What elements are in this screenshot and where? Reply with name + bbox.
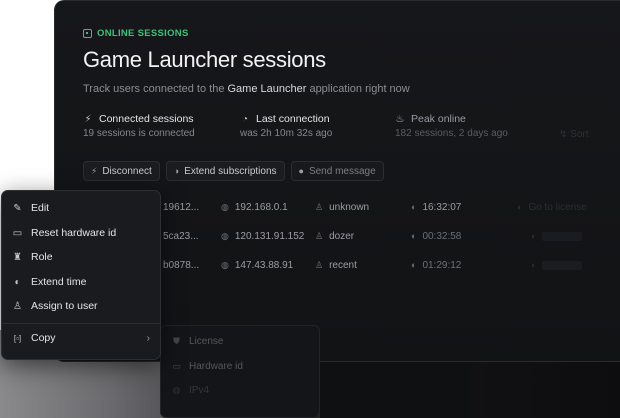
menu-item-label: Reset hardware id — [31, 227, 117, 239]
chevron-right-icon: › — [146, 332, 150, 344]
menu-item-label: Role — [31, 251, 53, 263]
submenu-item-label: License — [189, 335, 224, 347]
row-action-placeholder — [542, 260, 583, 270]
row-ip: 192.168.0.1 — [234, 201, 288, 213]
submenu-item-license[interactable]: ⛊ License — [161, 330, 319, 352]
extend-subscriptions-label: Extend subscriptions — [184, 165, 277, 177]
menu-item-extend-time[interactable]: ◐ Extend time — [2, 271, 160, 293]
pencil-icon: ✎ — [13, 202, 22, 214]
stat-label: Peak online — [411, 113, 466, 125]
stat-label: Connected sessions — [99, 113, 194, 125]
row-ip: 147.43.88.91 — [234, 259, 294, 271]
row-time: 01:29:12 — [422, 259, 462, 271]
online-sessions-eyebrow: ONLINE SESSIONS — [83, 28, 189, 39]
row-action-icon: ◐ — [531, 231, 537, 241]
stat-fragment: ↯ Sort — [559, 129, 589, 140]
copy-submenu: ⛊ License ▭ Hardware id ◍ IPv4 — [160, 325, 320, 418]
globe-icon: ◍ — [221, 259, 229, 270]
row-user: unknown — [329, 201, 370, 213]
stat-peak-online: ♨ Peak online 182 sessions, 2 days ago — [395, 113, 508, 139]
stat-value: was 2h 10m 32s ago — [240, 128, 333, 139]
subtitle-app-name: Game Launcher — [227, 83, 307, 95]
lightning-icon: ⚡ — [84, 113, 92, 125]
send-message-button[interactable]: ● Send message — [290, 161, 384, 181]
subtitle-prefix: Track users connected to the — [83, 83, 228, 95]
stat-fragment-label: Sort — [570, 129, 589, 140]
user-icon: ♙ — [315, 259, 324, 270]
row-action[interactable]: Go to license — [528, 202, 586, 213]
background-shadow — [320, 362, 470, 418]
menu-item-label: Assign to user — [31, 300, 98, 312]
subtitle-suffix: application right now — [306, 83, 410, 95]
clock-icon: ◐ — [411, 231, 417, 241]
action-bar: ⚡ Disconnect ◑ Extend subscriptions ● Se… — [83, 161, 384, 181]
menu-item-label: Copy — [31, 332, 56, 344]
refresh-icon: ◑ — [173, 166, 180, 176]
clock-icon: ◐ — [411, 202, 417, 212]
submenu-item-label: Hardware id — [189, 360, 243, 372]
role-icon: ♜ — [13, 251, 22, 263]
stat-label: Last connection — [256, 113, 330, 125]
submenu-item-ipv4[interactable]: ◍ IPv4 — [161, 379, 319, 401]
menu-item-label: Edit — [31, 202, 50, 214]
row-id: 19612... — [163, 201, 200, 213]
menu-item-role[interactable]: ♜ Role — [2, 246, 160, 268]
stat-value: 182 sessions, 2 days ago — [395, 128, 508, 139]
flame-icon: ♨ — [395, 113, 405, 125]
user-icon: ♙ — [13, 300, 22, 312]
monitor-icon: ▭ — [12, 227, 23, 239]
menu-item-edit[interactable]: ✎ Edit — [2, 197, 160, 219]
stat-value: 19 sessions is connected — [83, 128, 195, 139]
send-message-label: Send message — [308, 165, 376, 177]
page-title: Game Launcher sessions — [83, 47, 326, 72]
disconnect-button[interactable]: ⚡ Disconnect — [83, 161, 160, 181]
half-circle-icon: ◐ — [14, 276, 21, 288]
disconnect-label: Disconnect — [102, 165, 152, 177]
row-id: 5ca23... — [163, 230, 199, 242]
license-icon: ◐ — [517, 202, 523, 212]
row-user: dozer — [329, 230, 355, 242]
menu-divider — [2, 323, 160, 324]
page-subtitle: Track users connected to the Game Launch… — [83, 83, 410, 95]
globe-icon: ◍ — [221, 201, 229, 212]
row-time: 00:32:58 — [422, 230, 462, 242]
menu-item-copy[interactable]: [▫] Copy › — [2, 327, 160, 349]
stat-connected-sessions: ⚡ Connected sessions 19 sessions is conne… — [83, 113, 195, 139]
stat-last-connection: ◔ Last connection was 2h 10m 32s ago — [240, 113, 332, 139]
brackets-icon: [▫] — [13, 333, 22, 343]
menu-item-reset-hardware-id[interactable]: ▭ Reset hardware id — [2, 222, 160, 244]
menu-item-assign-to-user[interactable]: ♙ Assign to user — [2, 295, 160, 317]
live-icon — [83, 29, 92, 38]
row-action-icon: ◐ — [531, 260, 537, 270]
row-id: b0878... — [163, 259, 200, 271]
submenu-item-hardware-id[interactable]: ▭ Hardware id — [161, 355, 319, 377]
user-icon: ♙ — [315, 230, 324, 241]
row-context-menu: ✎ Edit ▭ Reset hardware id ♜ Role ◐ Exte… — [1, 190, 161, 360]
globe-icon: ◍ — [172, 384, 181, 395]
clock-icon: ◔ — [241, 113, 249, 125]
clock-icon: ◐ — [411, 260, 417, 270]
row-user: recent — [329, 259, 357, 271]
row-ip: 120.131.91.152 — [234, 230, 305, 242]
globe-icon: ◍ — [221, 230, 229, 241]
chat-icon: ● — [298, 166, 304, 176]
eyebrow-label: ONLINE SESSIONS — [97, 28, 189, 39]
extend-subscriptions-button[interactable]: ◑ Extend subscriptions — [165, 161, 285, 181]
submenu-item-label: IPv4 — [189, 384, 210, 396]
menu-item-label: Extend time — [31, 276, 87, 288]
monitor-icon: ▭ — [172, 360, 181, 371]
row-time: 16:32:07 — [422, 201, 462, 213]
row-action-placeholder — [542, 231, 583, 241]
disconnect-icon: ⚡ — [91, 165, 98, 176]
shield-icon: ⛊ — [173, 335, 180, 346]
user-icon: ♙ — [315, 201, 324, 212]
